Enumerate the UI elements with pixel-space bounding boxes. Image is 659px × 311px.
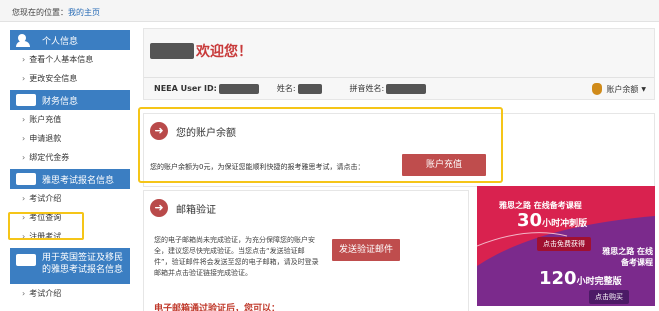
chevron-right-icon: › xyxy=(22,115,26,124)
highlight-box-seat-search xyxy=(8,212,84,240)
sidebar-item-ukvi-intro[interactable]: › 考试介绍 xyxy=(10,284,130,303)
ad-cta-2[interactable]: 点击购买 xyxy=(589,290,629,304)
user-icon xyxy=(16,34,36,47)
chevron-right-icon: › xyxy=(22,153,26,162)
breadcrumb-prefix: 您现在的位置： xyxy=(12,8,68,17)
sidebar: 个人信息 › 查看个人基本信息 › 更改安全信息 财务信息 › 账户充值 › 申请退款 … xyxy=(10,28,130,311)
ad-unit-2: 小时完整版 xyxy=(576,277,622,287)
account-balance-menu[interactable]: 账户余额 ▼ xyxy=(592,83,646,95)
welcome-panel: 欢迎您！ NEEA User ID: 姓名: 拼音姓名: 账户余额 ▼ xyxy=(143,28,655,100)
highlight-box-balance xyxy=(138,107,503,183)
sidebar-section-personal: 个人信息 xyxy=(10,30,130,50)
sidebar-section-title: 雅思考试报名信息 xyxy=(42,175,115,186)
send-verification-button[interactable]: 发送验证邮件 xyxy=(332,239,400,261)
breadcrumb-home-link[interactable]: 我的主页 xyxy=(68,8,100,17)
sidebar-section-title: 财务信息 xyxy=(42,96,79,107)
ad-hours-1: 30 xyxy=(517,210,543,231)
course-ad-banner[interactable]: 雅思之路 在线备考课程 30 小时冲刺版 点击免费获得 雅思之路 在线备考课程 … xyxy=(476,186,655,306)
sidebar-item-label: 更改安全信息 xyxy=(29,74,78,83)
chevron-right-icon: › xyxy=(22,74,26,83)
welcome-text: 欢迎您！ xyxy=(196,44,252,60)
redacted-name xyxy=(150,43,194,59)
email-footer: 电子邮箱通过验证后，您可以： xyxy=(154,304,281,311)
arrow-right-icon: ➜ xyxy=(150,199,168,217)
document-icon xyxy=(16,254,36,266)
email-card-title: ➜ 邮箱验证 xyxy=(150,199,216,217)
sidebar-item-exam-intro[interactable]: › 考试介绍 xyxy=(10,189,130,208)
sidebar-item-label: 绑定代金券 xyxy=(29,153,70,162)
pinyin-label: 拼音姓名: xyxy=(349,84,385,93)
user-id-label: NEEA User ID: xyxy=(154,84,217,93)
card-icon xyxy=(16,94,36,106)
email-card: ➜ 邮箱验证 您的电子邮箱尚未完成验证，为充分保障您的账户安全，建议您尽快完成验… xyxy=(143,190,469,311)
sidebar-section-finance: 财务信息 xyxy=(10,90,130,110)
redacted-pinyin xyxy=(386,83,427,94)
money-bag-icon xyxy=(592,83,603,95)
sidebar-item-label: 申请退款 xyxy=(29,134,62,143)
sidebar-item-label: 考试介绍 xyxy=(29,194,62,203)
redacted-name-value xyxy=(297,83,322,94)
document-icon xyxy=(16,173,36,185)
redacted-user-id xyxy=(218,83,259,94)
sidebar-item-view-profile[interactable]: › 查看个人基本信息 xyxy=(10,50,130,69)
ad-cta-1[interactable]: 点击免费获得 xyxy=(537,237,591,251)
ad-hours-2: 120 xyxy=(539,268,577,289)
sidebar-section-title: 用于英国签证及移民的雅思考试报名信息 xyxy=(42,253,124,275)
ad-duration-2: 120 小时完整版 xyxy=(539,268,622,289)
user-info-row: NEEA User ID: 姓名: 拼音姓名: xyxy=(144,77,654,99)
chevron-right-icon: › xyxy=(22,194,26,203)
email-title: 邮箱验证 xyxy=(176,204,216,216)
sidebar-item-label: 查看个人基本信息 xyxy=(29,55,94,64)
sidebar-section-title: 个人信息 xyxy=(42,36,79,47)
sidebar-item-label: 账户充值 xyxy=(29,115,62,124)
sidebar-section-ielts: 雅思考试报名信息 xyxy=(10,169,130,189)
sidebar-item-refund[interactable]: › 申请退款 xyxy=(10,129,130,148)
sidebar-item-voucher[interactable]: › 绑定代金券 xyxy=(10,148,130,167)
chevron-right-icon: › xyxy=(22,134,26,143)
sidebar-item-label: 考试介绍 xyxy=(29,289,62,298)
email-text: 您的电子邮箱尚未完成验证，为充分保障您的账户安全，建议您尽快完成验证。当您点击“… xyxy=(154,236,319,277)
sidebar-item-recharge[interactable]: › 账户充值 xyxy=(10,110,130,129)
caret-down-icon: ▼ xyxy=(641,85,646,93)
account-menu-label: 账户余额 xyxy=(606,84,639,94)
sidebar-item-change-security[interactable]: › 更改安全信息 xyxy=(10,69,130,88)
ad-duration-1: 30 小时冲刺版 xyxy=(517,210,587,231)
breadcrumb: 您现在的位置：我的主页 xyxy=(0,0,659,22)
welcome-heading: 欢迎您！ xyxy=(150,41,252,61)
chevron-right-icon: › xyxy=(22,289,26,298)
chevron-right-icon: › xyxy=(22,55,26,64)
ad-brand-2: 雅思之路 在线备考课程 xyxy=(602,247,653,267)
ad-unit-1: 小时冲刺版 xyxy=(542,219,588,229)
sidebar-section-ukvi: 用于英国签证及移民的雅思考试报名信息 xyxy=(10,248,130,284)
name-label: 姓名: xyxy=(276,84,296,93)
